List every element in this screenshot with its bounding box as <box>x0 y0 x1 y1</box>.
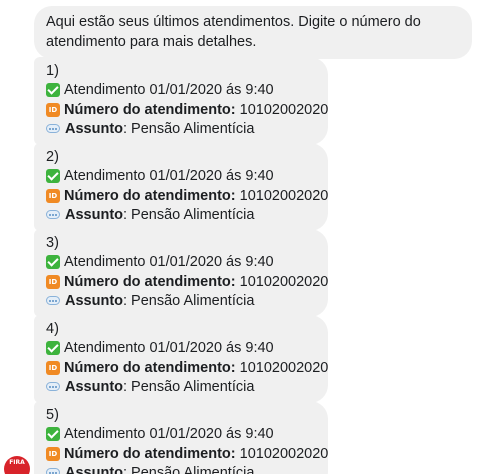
subject-value: : Pensão Alimentícia <box>123 207 255 224</box>
id-icon <box>46 188 60 203</box>
number-label: Número do atendimento: <box>64 359 236 376</box>
check-icon <box>46 255 60 270</box>
speech-bubble-icon <box>46 294 61 308</box>
speech-bubble-icon <box>46 466 61 474</box>
id-icon <box>46 274 60 289</box>
number-value: 10102002020 <box>239 101 329 118</box>
card-index: 2) <box>46 148 59 165</box>
subject-label: Assunto <box>65 293 123 310</box>
check-icon <box>46 427 60 442</box>
appointment-card: 1) Atendimento 01/01/2020 ás 9:40 Número… <box>34 57 328 145</box>
card-index: 1) <box>46 62 59 79</box>
number-label: Número do atendimento: <box>64 445 236 462</box>
check-icon <box>46 169 60 184</box>
subject-value: : Pensão Alimentícia <box>123 465 255 474</box>
appointment-card: 4) Atendimento 01/01/2020 ás 9:40 Número… <box>34 315 328 403</box>
subject-label: Assunto <box>65 121 123 138</box>
bot-avatar: FIRA <box>4 456 30 474</box>
appointment-date: Atendimento 01/01/2020 ás 9:40 <box>64 254 274 271</box>
appointment-card: 5) Atendimento 01/01/2020 ás 9:40 Número… <box>34 401 328 474</box>
id-icon <box>46 360 60 375</box>
chat-thread: Aqui estão seus últimos atendimentos. Di… <box>0 0 480 474</box>
subject-label: Assunto <box>65 465 123 474</box>
number-label: Número do atendimento: <box>64 187 236 204</box>
appointment-date: Atendimento 01/01/2020 ás 9:40 <box>64 340 274 357</box>
appointment-date: Atendimento 01/01/2020 ás 9:40 <box>64 426 274 443</box>
subject-value: : Pensão Alimentícia <box>123 121 255 138</box>
card-index: 3) <box>46 234 59 251</box>
number-value: 10102002020 <box>239 187 329 204</box>
speech-bubble-icon <box>46 380 61 394</box>
check-icon <box>46 341 60 356</box>
appointment-date: Atendimento 01/01/2020 ás 9:40 <box>64 82 274 99</box>
card-index: 5) <box>46 406 59 423</box>
number-value: 10102002020 <box>239 273 329 290</box>
id-icon <box>46 102 60 117</box>
subject-label: Assunto <box>65 379 123 396</box>
appointment-card: 2) Atendimento 01/01/2020 ás 9:40 Número… <box>34 143 328 231</box>
avatar-logo-text: FIRA <box>9 459 25 466</box>
number-label: Número do atendimento: <box>64 273 236 290</box>
id-icon <box>46 446 60 461</box>
number-value: 10102002020 <box>239 445 329 462</box>
number-label: Número do atendimento: <box>64 101 236 118</box>
intro-text: Aqui estão seus últimos atendimentos. Di… <box>46 14 421 50</box>
speech-bubble-icon <box>46 208 61 222</box>
appointment-date: Atendimento 01/01/2020 ás 9:40 <box>64 168 274 185</box>
speech-bubble-icon <box>46 122 61 136</box>
number-value: 10102002020 <box>239 359 329 376</box>
card-index: 4) <box>46 320 59 337</box>
subject-label: Assunto <box>65 207 123 224</box>
check-icon <box>46 83 60 98</box>
appointment-card: 3) Atendimento 01/01/2020 ás 9:40 Número… <box>34 229 328 317</box>
intro-message: Aqui estão seus últimos atendimentos. Di… <box>34 6 472 59</box>
subject-value: : Pensão Alimentícia <box>123 293 255 310</box>
subject-value: : Pensão Alimentícia <box>123 379 255 396</box>
